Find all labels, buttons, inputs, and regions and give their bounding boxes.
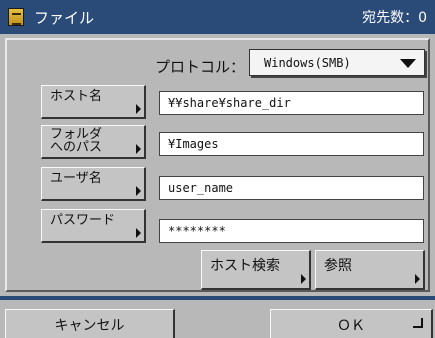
folder-path-label: フォルダ へのパス (50, 127, 103, 155)
triangle-right-icon (415, 274, 420, 284)
enter-icon (413, 318, 423, 328)
browse-label: 参照 (324, 258, 352, 274)
triangle-right-icon (136, 104, 141, 114)
file-server-icon (8, 8, 24, 26)
dropdown-arrow-icon (400, 59, 416, 68)
protocol-dropdown[interactable]: Windows(SMB) (249, 49, 425, 76)
folder-path-button[interactable]: フォルダ へのパス (41, 125, 146, 159)
host-search-label: ホスト検索 (210, 258, 280, 274)
destination-count: 宛先数：0 (362, 10, 427, 26)
triangle-right-icon (136, 144, 141, 154)
host-search-button[interactable]: ホスト検索 (201, 250, 311, 290)
ok-button[interactable]: ＯＫ (270, 309, 433, 338)
user-name-label: ユーザ名 (50, 171, 102, 186)
host-name-label: ホスト名 (50, 89, 103, 104)
password-button[interactable]: パスワード (41, 209, 146, 243)
host-name-button[interactable]: ホスト名 (41, 85, 146, 119)
ok-label: ＯＫ (337, 317, 365, 334)
password-label: パスワード (50, 213, 116, 228)
user-name-button[interactable]: ユーザ名 (41, 167, 146, 201)
cancel-label: キャンセル (54, 317, 125, 334)
triangle-right-icon (301, 274, 306, 284)
window-title: ファイル (34, 8, 95, 27)
password-field[interactable]: ******** (159, 219, 424, 243)
triangle-right-icon (136, 228, 141, 238)
protocol-label: プロトコル： (155, 58, 246, 76)
protocol-selected-value: Windows(SMB) (264, 55, 351, 70)
folder-path-field[interactable]: ¥Images (159, 132, 424, 156)
title-bar: ファイル 宛先数：0 (0, 0, 435, 34)
user-name-field[interactable]: user_name (159, 176, 424, 200)
settings-panel: プロトコル： Windows(SMB) ホスト名 ¥¥share¥share_d… (5, 38, 430, 292)
triangle-right-icon (136, 186, 141, 196)
host-name-field[interactable]: ¥¥share¥share_dir (159, 91, 424, 115)
browse-button[interactable]: 参照 (315, 250, 425, 290)
footer-divider (0, 296, 435, 300)
cancel-button[interactable]: キャンセル (5, 309, 175, 338)
